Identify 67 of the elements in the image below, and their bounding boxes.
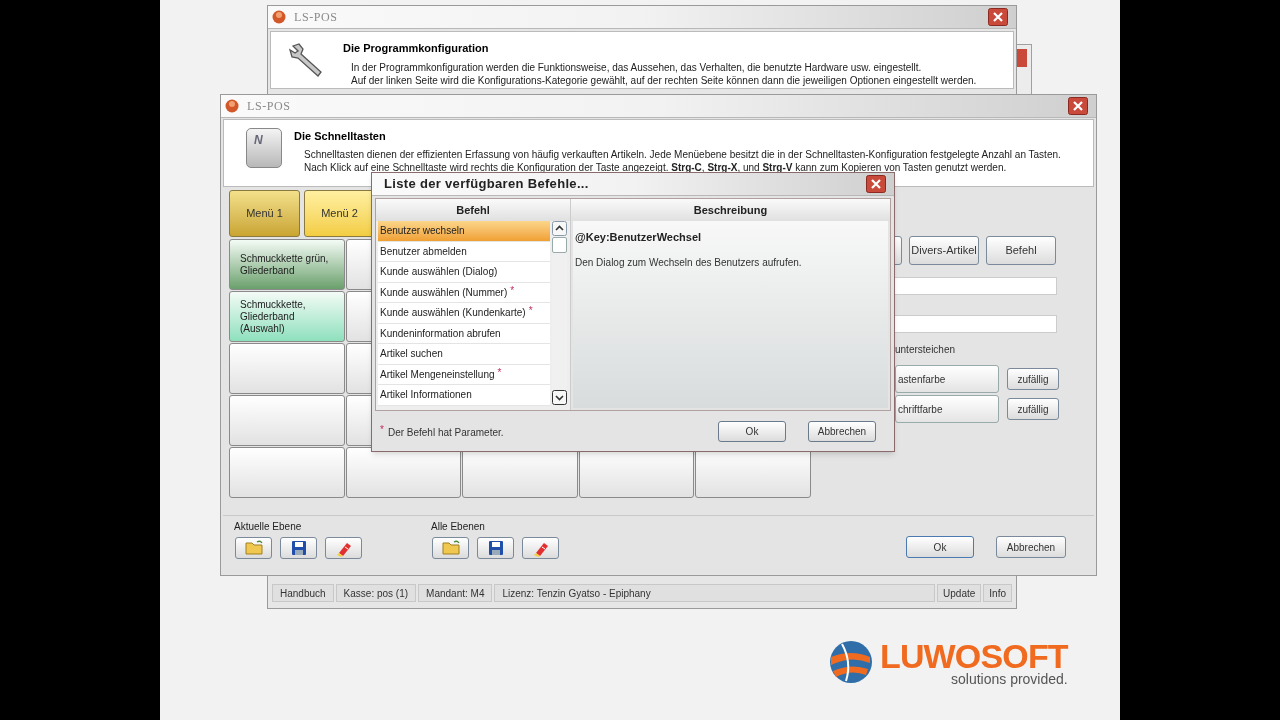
random-button[interactable]: zufällig (1007, 398, 1059, 420)
footnote-text: Der Befehl hat Parameter. (387, 426, 504, 440)
list-item[interactable]: Benutzer wechseln (378, 221, 550, 242)
column-header: Beschreibung (571, 199, 890, 221)
toolbar-button[interactable] (432, 537, 469, 559)
window-title: Liste der verfügbaren Befehle... (384, 175, 589, 194)
quick-key[interactable] (229, 343, 345, 394)
close-button[interactable] (988, 8, 1008, 26)
list-item[interactable]: Kunde auswählen (Kundenkarte) * (378, 303, 550, 324)
close-button[interactable] (1068, 97, 1088, 115)
quick-key[interactable] (345, 447, 462, 498)
status-item: Lizenz: Tenzin Gyatso - Epiphany (494, 584, 936, 602)
checkbox-label: untersteichen (895, 343, 957, 357)
asterisk-mark: * (528, 304, 533, 318)
open-folder-icon (242, 538, 265, 558)
dialog-button[interactable]: Ok (718, 420, 786, 442)
group-label: Aktuelle Ebene (234, 520, 303, 534)
menu-tab[interactable]: Menü 1 (229, 190, 300, 237)
description-text: Auf der linken Seite wird die Konfigurations-Kategorie gewählt, auf der rechten Seite können dann die jeweiligen Optionen eingestellt werden. (351, 73, 977, 87)
command-key: @Key:BenutzerWechsel (575, 229, 886, 246)
quick-key[interactable] (229, 447, 345, 498)
dialog-button[interactable]: Abbrechen (808, 420, 876, 442)
section-heading: Die Programmkonfiguration (343, 41, 490, 56)
status-item: Mandant: M4 (418, 584, 493, 602)
key-icon: N (246, 128, 282, 168)
color-button[interactable]: astenfarbe (895, 365, 999, 393)
app-icon (225, 99, 239, 113)
close-icon (866, 175, 886, 193)
scrollbar-thumb[interactable] (552, 237, 567, 253)
random-button[interactable]: zufällig (1007, 368, 1059, 390)
section-heading: Die Schnelltasten (294, 129, 387, 144)
quick-key[interactable]: Schmuckkette grün, Gliederband (229, 239, 345, 290)
open-folder-icon (439, 538, 462, 558)
dialog-button[interactable]: Ok (906, 536, 974, 558)
asterisk-mark: * (510, 283, 515, 298)
description-text: Schnelltasten dienen der effizienten Erfassung von häufig verkauften Artikeln. Jede Menüebene besitzt die in der Schnelltasten-Konfiguration festgelegte Anzahl an Tasten. (304, 147, 1061, 161)
toolbar-button[interactable] (280, 537, 317, 559)
quick-key[interactable] (229, 395, 345, 446)
app-icon (272, 10, 286, 24)
toolbar-button[interactable] (325, 537, 362, 559)
asterisk-mark: * (380, 423, 384, 437)
description-text: In der Programmkonfiguration werden die Funktionsweise, das Aussehen, das Verhalten, die benutzte Hardware usw. eingestellt. (351, 60, 923, 74)
toolbar-button[interactable] (235, 537, 272, 559)
column-header: Befehl (376, 199, 570, 221)
description-text: Nach Klick auf eine Schnelltaste wird rechts die Konfiguration der Taste angezeigt. Strg-C, Strg-X, und Strg-V kann zum Kopieren von Tasten genutzt werden. (304, 160, 1008, 174)
status-item: Kasse: pos (1) (335, 584, 417, 602)
dialog-button[interactable]: Abbrechen (996, 536, 1066, 558)
color-button[interactable]: chriftfarbe (895, 395, 999, 423)
toolbar-button[interactable] (522, 537, 559, 559)
quick-key[interactable]: Schmuckkette, Gliederband (Auswahl) (229, 291, 345, 342)
type-button[interactable]: Divers-Artikel (909, 236, 979, 265)
close-icon (1068, 97, 1088, 115)
status-button[interactable]: Info (983, 584, 1012, 602)
type-button[interactable]: Befehl (986, 236, 1056, 265)
status-button[interactable]: Update (937, 584, 982, 602)
asterisk-mark: * (497, 365, 502, 380)
logo-text: LUWOSOFT (880, 638, 1068, 674)
description-text: Den Dialog zum Wechseln des Benutzers aufrufen. (575, 255, 803, 270)
window-title: LS-POS (294, 9, 338, 26)
window-title: LS-POS (247, 98, 291, 115)
close-icon (988, 8, 1008, 26)
globe-icon (828, 639, 874, 685)
logo-tagline: solutions provided. (951, 672, 1068, 686)
status-item: Handbuch (272, 584, 334, 602)
toolbar-button[interactable] (477, 537, 514, 559)
close-button[interactable] (866, 175, 886, 193)
group-label: Alle Ebenen (431, 520, 486, 534)
